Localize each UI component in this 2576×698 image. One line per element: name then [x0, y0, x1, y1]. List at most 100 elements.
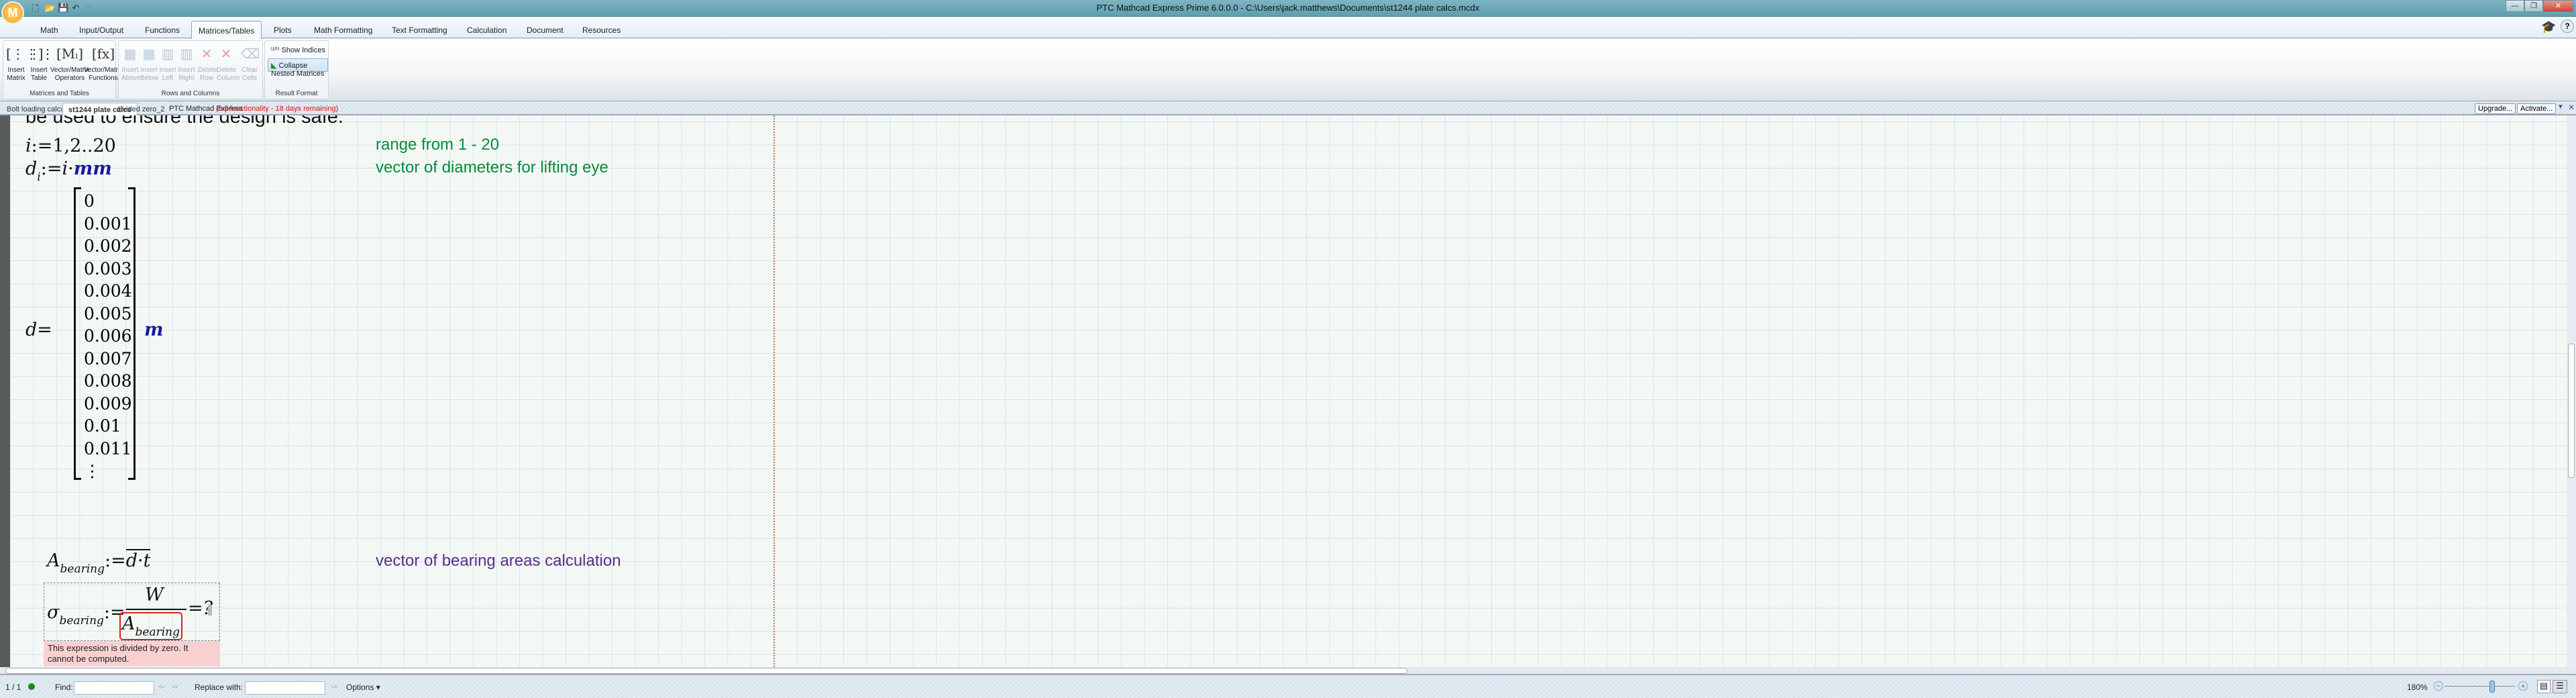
draft-view-icon[interactable]: ☰	[2553, 680, 2567, 693]
delete-row-icon: ✕	[201, 46, 213, 62]
d-definition[interactable]: di:=i·mm	[25, 158, 112, 184]
find-next-icon[interactable]: ⇨	[172, 682, 178, 691]
comment-bearing-areas[interactable]: vector of bearing areas calculation	[376, 552, 621, 570]
matrix-cell: 0.008	[84, 371, 132, 391]
tab-menu-icon[interactable]: ▼	[2557, 103, 2564, 111]
close-tab-icon[interactable]: ✕	[2568, 103, 2575, 112]
delete-column-button[interactable]: ✕ Delete Column	[217, 45, 239, 83]
delete-row-button[interactable]: ✕ Delete Row	[198, 45, 217, 83]
delete-column-icon: ✕	[220, 46, 232, 62]
app-logo[interactable]: M	[1, 1, 24, 24]
window-title: PTC Mathcad Express Prime 6.0.0.0 - C:\U…	[1096, 3, 1480, 13]
document-tabs: Bolt loading calculator st1244 plate cal…	[0, 101, 2576, 116]
sigma-region[interactable]: σbearing:= W Abearing =?	[44, 583, 220, 641]
matrix-cell: 0.01	[84, 416, 121, 436]
zoom-in-icon[interactable]: +	[2518, 681, 2528, 691]
matrix-cell: 0.003	[84, 258, 132, 279]
matrix-cell: 0.009	[84, 393, 132, 413]
scroll-thumb[interactable]	[2568, 344, 2575, 478]
help-icon[interactable]: ?	[2561, 19, 2574, 33]
label: Left	[162, 74, 174, 82]
group-rows-columns: ▦ Insert Above ▦ Insert Below ▥ Insert Left ▥ I…	[118, 40, 263, 99]
insert-below-icon: ▦	[142, 46, 156, 62]
matrix-cell: 0.011	[84, 438, 132, 458]
vectorize-expr: d·t	[125, 549, 151, 571]
learning-icon[interactable]: 🎓	[2541, 20, 2556, 34]
tab-document[interactable]: Document	[520, 23, 570, 38]
replace-input[interactable]	[245, 681, 325, 695]
doc-tab-divided-zero[interactable]: divided zero_2	[111, 103, 170, 116]
show-indices-toggle[interactable]: ⁽¹⁰⁾ Show Indices	[268, 44, 328, 57]
tab-resources[interactable]: Resources	[576, 23, 627, 38]
minimize-button[interactable]: —	[2506, 0, 2524, 12]
tab-input-output[interactable]: Input/Output	[72, 23, 130, 38]
label: Table	[31, 74, 47, 82]
collapse-icon: ◣	[271, 62, 277, 70]
worksheet[interactable]: be used to ensure the design is safe. i:…	[0, 115, 2567, 667]
insert-above-button[interactable]: ▦ Insert Above	[121, 45, 141, 83]
insert-matrix-button[interactable]: [⋮⋮] Insert Matrix	[6, 45, 44, 83]
find-prev-icon[interactable]: ⇦	[158, 682, 165, 691]
collapse-nested-matrices-toggle[interactable]: ◣ Collapse Nested Matrices	[268, 58, 328, 78]
matrix-cell: 0.004	[84, 281, 132, 301]
insert-left-button[interactable]: ▥ Insert Left	[159, 45, 176, 83]
zoom-slider[interactable]	[2445, 686, 2515, 687]
insert-right-button[interactable]: ▥ Insert Right	[178, 45, 195, 83]
matrix-cell: 0	[84, 191, 95, 211]
tab-math-formatting[interactable]: Math Formatting	[307, 23, 379, 38]
group-matrices-tables: [⋮⋮] Insert Matrix ⋮⋮ Insert Table [Mᵢ] Vecto…	[3, 40, 123, 99]
find-label: Find:	[55, 683, 73, 692]
vertical-scrollbar[interactable]	[2567, 115, 2576, 667]
page-indicator: 1 / 1	[5, 683, 21, 692]
horizontal-scrollbar[interactable]	[0, 667, 2576, 675]
comment-diameters[interactable]: vector of diameters for lifting eye	[376, 158, 608, 177]
d-evaluation-label[interactable]: d=	[25, 319, 52, 340]
numerator: W	[145, 585, 164, 605]
new-icon[interactable]: 🗋	[31, 3, 40, 13]
tab-functions[interactable]: Functions	[138, 23, 186, 38]
tab-calculation[interactable]: Calculation	[460, 23, 513, 38]
zoom-slider-thumb[interactable]	[2489, 681, 2495, 693]
tab-text-formatting[interactable]: Text Formatting	[385, 23, 454, 38]
undo-icon[interactable]: ↶	[71, 3, 80, 13]
zoom-out-icon[interactable]: −	[2434, 681, 2443, 691]
a-bearing-definition[interactable]: Abearing:=d·t	[47, 549, 151, 576]
denominator-error[interactable]: Abearing	[119, 612, 182, 640]
tab-math[interactable]: Math	[34, 23, 65, 38]
label: Functions	[89, 74, 118, 82]
insert-table-button[interactable]: ⋮⋮ Insert Table	[28, 45, 54, 83]
range-definition[interactable]: i:=1,2..20	[25, 136, 116, 156]
label: Clear	[241, 66, 258, 74]
find-input[interactable]	[74, 681, 154, 695]
subscript: i	[37, 170, 41, 184]
var: σ	[47, 602, 60, 623]
page-view-icon[interactable]: ▤	[2537, 680, 2551, 693]
replace-icon[interactable]: ⇨	[331, 682, 338, 691]
insert-below-button[interactable]: ▦ Insert Below	[140, 45, 158, 83]
status-bar: 1 / 1 Find: ⇦ ⇨ Replace with: ⇨ Options …	[0, 675, 2576, 698]
redo-icon[interactable]: ↷	[85, 3, 94, 13]
save-icon[interactable]: 💾	[58, 3, 68, 13]
open-icon[interactable]: 📂	[44, 3, 55, 13]
comment-range[interactable]: range from 1 - 20	[376, 136, 499, 154]
label: Matrix	[7, 74, 25, 82]
activate-button[interactable]: Activate...	[2517, 103, 2557, 114]
placeholder-icon[interactable]	[208, 605, 212, 615]
tab-matrices-tables[interactable]: Matrices/Tables	[191, 21, 262, 39]
label: Right	[178, 74, 195, 82]
calc-status-icon	[28, 683, 35, 690]
tab-plots[interactable]: Plots	[267, 23, 299, 38]
close-button[interactable]: ✕	[2543, 0, 2573, 12]
scroll-thumb[interactable]	[5, 668, 1407, 674]
result-unit[interactable]: m	[144, 319, 164, 340]
subscript: bearing	[59, 614, 104, 628]
label: Above	[121, 74, 141, 82]
label: Delete	[198, 66, 217, 74]
left-gutter	[0, 115, 10, 667]
result-matrix[interactable]: 0 0.001 0.002 0.003 0.004 0.005 0.006 0.007 0.00…	[74, 187, 136, 481]
options-dropdown[interactable]: Options ▾	[346, 683, 380, 692]
text-region[interactable]: be used to ensure the design is safe.	[25, 115, 343, 128]
restore-button[interactable]: ❐	[2524, 0, 2543, 12]
upgrade-button[interactable]: Upgrade...	[2475, 103, 2516, 114]
clear-cells-button[interactable]: ⌫ Clear Cells	[241, 45, 260, 83]
